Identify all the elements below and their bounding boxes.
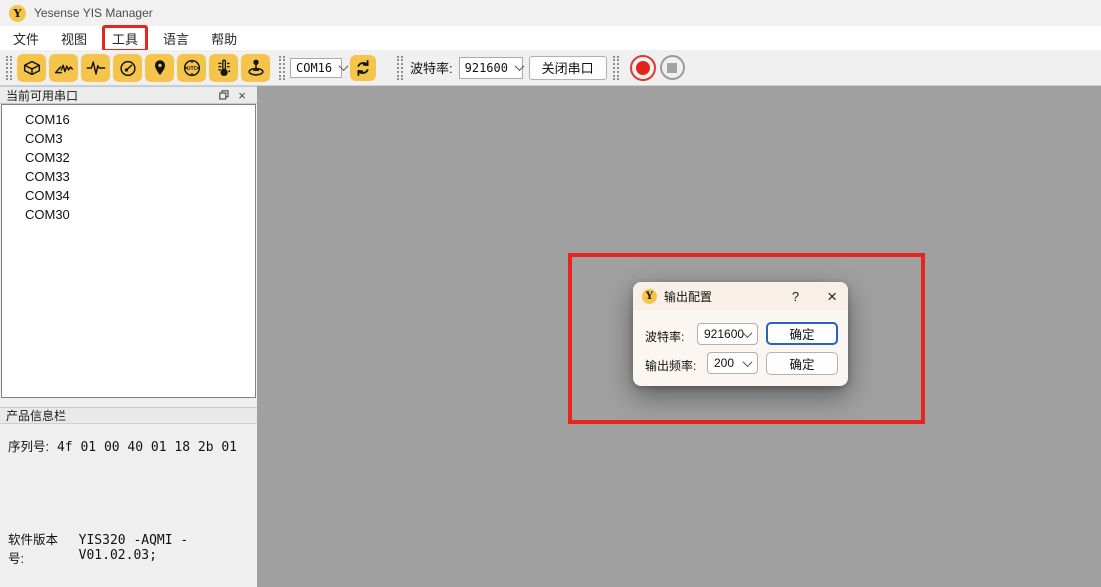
baud-confirm-button[interactable]: 确定 <box>766 322 838 345</box>
dialog-close-icon[interactable]: × <box>825 288 839 305</box>
utc-clock-icon[interactable]: UTC <box>177 54 206 82</box>
port-list-item[interactable]: COM34 <box>2 186 255 205</box>
port-list-item[interactable]: COM30 <box>2 205 255 224</box>
window-title: Yesense YIS Manager <box>34 6 153 20</box>
menu-view[interactable]: 视图 <box>52 27 96 50</box>
toolbar-drag-handle[interactable] <box>397 56 403 80</box>
3d-model-icon[interactable] <box>17 54 46 82</box>
port-list-item[interactable]: COM33 <box>2 167 255 186</box>
dialog-frequency-label: 输出频率: <box>645 357 696 374</box>
app-logo-icon: Y <box>9 5 26 22</box>
main-workspace: Y 输出配置 ? × 波特率: 921600 确定 输出频率: 200 确定 <box>257 86 1101 587</box>
dialog-baud-select[interactable]: 921600 <box>697 323 758 345</box>
port-list-item[interactable]: COM3 <box>2 129 255 148</box>
chevron-down-icon <box>339 61 349 71</box>
menu-tools[interactable]: 工具 <box>102 25 148 52</box>
menu-file[interactable]: 文件 <box>4 27 48 50</box>
refresh-ports-button[interactable] <box>350 55 376 81</box>
stop-icon <box>667 63 677 73</box>
software-version-label: 软件版本号: <box>8 529 71 567</box>
gauge-icon[interactable] <box>113 54 142 82</box>
refresh-icon <box>353 58 373 78</box>
frequency-confirm-button[interactable]: 确定 <box>766 352 838 375</box>
toolbar-drag-handle[interactable] <box>279 56 285 80</box>
chevron-down-icon <box>515 61 525 71</box>
product-info-header: 产品信息栏 <box>0 407 257 424</box>
location-icon[interactable] <box>145 54 174 82</box>
float-panel-icon[interactable] <box>215 87 233 103</box>
serial-number-label: 序列号: <box>8 436 49 455</box>
dialog-baud-label: 波特率: <box>645 328 684 345</box>
com-port-select[interactable]: COM16 <box>290 58 342 78</box>
attitude-wave-icon[interactable] <box>49 54 78 82</box>
port-list-item[interactable]: COM32 <box>2 148 255 167</box>
product-info-title: 产品信息栏 <box>6 407 66 424</box>
dialog-help-button[interactable]: ? <box>792 289 799 304</box>
menu-language[interactable]: 语言 <box>154 27 198 50</box>
record-button[interactable] <box>630 55 656 81</box>
chevron-down-icon <box>743 357 753 367</box>
close-serial-port-button[interactable]: 关闭串口 <box>529 56 607 80</box>
menubar: 文件 视图 工具 语言 帮助 <box>0 26 1101 50</box>
software-version-row: 软件版本号: YIS320 -AQMI -V01.02.03; <box>8 529 257 567</box>
svg-text:UTC: UTC <box>186 65 197 71</box>
dialog-titlebar: Y 输出配置 ? × <box>633 282 848 310</box>
app-logo-icon: Y <box>642 289 657 304</box>
software-version-value: YIS320 -AQMI -V01.02.03; <box>79 533 257 563</box>
output-config-dialog: Y 输出配置 ? × 波特率: 921600 确定 输出频率: 200 确定 <box>633 282 848 386</box>
close-panel-icon[interactable]: × <box>233 87 251 103</box>
menu-help[interactable]: 帮助 <box>202 27 246 50</box>
baud-rate-select[interactable]: 921600 <box>459 57 523 79</box>
serial-number-row: 序列号: 4f 01 00 40 01 18 2b 01 <box>8 436 237 455</box>
joystick-icon[interactable] <box>241 54 270 82</box>
stop-button[interactable] <box>660 55 685 80</box>
available-ports-list: COM16 COM3 COM32 COM33 COM34 COM30 <box>1 104 256 398</box>
chevron-down-icon <box>743 328 753 338</box>
toolbar-drag-handle[interactable] <box>6 56 12 80</box>
record-icon <box>636 61 650 75</box>
window-titlebar: Y Yesense YIS Manager <box>0 0 1101 26</box>
serial-ports-dock: 当前可用串口 × COM16 COM3 COM32 COM33 COM34 CO… <box>0 86 257 587</box>
dialog-title: 输出配置 <box>664 288 712 305</box>
toolbar-drag-handle[interactable] <box>613 56 619 80</box>
temperature-icon[interactable] <box>209 54 238 82</box>
baud-rate-label: 波特率: <box>410 58 453 77</box>
waveform-icon[interactable] <box>81 54 110 82</box>
ports-panel-title: 当前可用串口 <box>6 87 78 104</box>
port-list-item[interactable]: COM16 <box>2 110 255 129</box>
toolbar: UTC COM16 波特率: 921600 关闭串口 <box>0 50 1101 86</box>
serial-number-value: 4f 01 00 40 01 18 2b 01 <box>57 440 237 455</box>
dialog-frequency-select[interactable]: 200 <box>707 352 758 374</box>
ports-panel-header: 当前可用串口 × <box>0 86 257 104</box>
